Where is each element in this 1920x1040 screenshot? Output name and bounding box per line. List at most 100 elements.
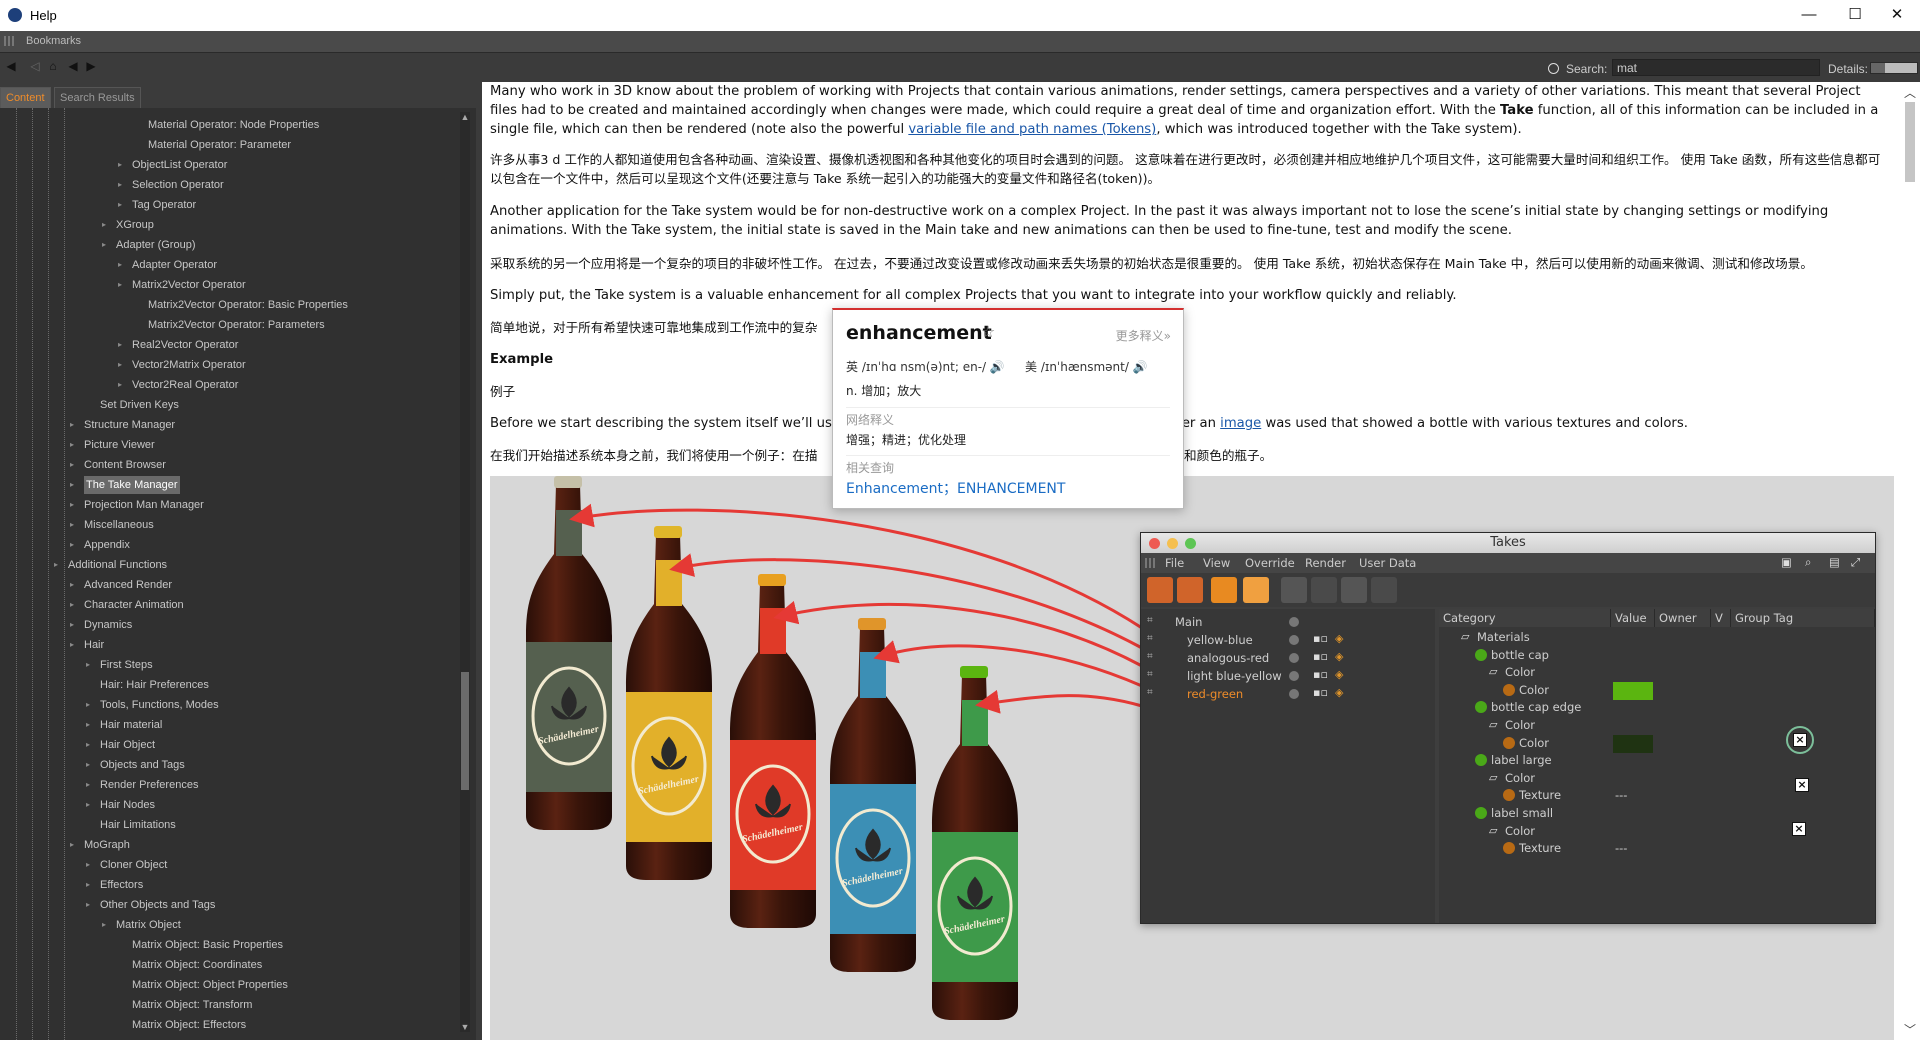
tree-expander[interactable]: ▸ bbox=[118, 156, 122, 174]
override-row[interactable]: label small bbox=[1439, 805, 1875, 822]
tree-item[interactable]: Dynamics bbox=[84, 616, 132, 634]
take-check-icon[interactable]: ⌗ bbox=[1147, 615, 1153, 626]
tree-item[interactable]: Other Objects and Tags bbox=[100, 896, 215, 914]
previous-page-icon[interactable]: ◀ bbox=[66, 59, 80, 73]
tree-item[interactable]: Render Preferences bbox=[100, 776, 198, 794]
close-box-icon[interactable]: × bbox=[1793, 733, 1807, 747]
tree-expander[interactable]: ▸ bbox=[86, 736, 90, 754]
col-category[interactable]: Category bbox=[1439, 609, 1611, 627]
speaker-icon[interactable]: 🔊 bbox=[990, 360, 1005, 374]
more-definitions-link[interactable]: 更多释义» bbox=[1116, 327, 1171, 344]
tree-item[interactable]: Appendix bbox=[84, 536, 130, 554]
override-row[interactable]: ▱ Color bbox=[1439, 664, 1875, 681]
takes-menu-override[interactable]: Override bbox=[1245, 556, 1295, 570]
tree-expander[interactable]: ▸ bbox=[70, 576, 74, 594]
tree-expander[interactable]: ▸ bbox=[86, 756, 90, 774]
maximize-button[interactable]: ☐ bbox=[1832, 4, 1878, 26]
scroll-down-icon[interactable]: ﹀ bbox=[1904, 1021, 1916, 1038]
tree-item[interactable]: Matrix2Vector Operator: Parameters bbox=[148, 316, 325, 334]
highlighted-word[interactable]: enhancement bbox=[768, 288, 859, 303]
override-row[interactable]: ▱ Color bbox=[1439, 823, 1875, 840]
tree-item[interactable]: Selection Operator bbox=[132, 176, 224, 194]
tree-item[interactable]: Hair Nodes bbox=[100, 796, 155, 814]
search-input[interactable] bbox=[1612, 59, 1820, 76]
override-row[interactable]: bottle cap edge bbox=[1439, 699, 1875, 716]
tree-item[interactable]: Adapter (Group) bbox=[116, 236, 195, 254]
take-dot-icon[interactable] bbox=[1289, 671, 1299, 681]
layout-icon[interactable]: ▤ bbox=[1829, 555, 1840, 569]
col-value[interactable]: Value bbox=[1611, 609, 1655, 627]
tree-item[interactable]: Miscellaneous bbox=[84, 516, 154, 534]
next-page-icon[interactable]: ▶ bbox=[84, 59, 98, 73]
forward-arrow-icon[interactable]: ◁ bbox=[28, 59, 42, 73]
tree-item[interactable]: Hair Object bbox=[100, 736, 155, 754]
render-settings-icon[interactable]: ◈ bbox=[1335, 668, 1343, 681]
content-scroll-thumb[interactable] bbox=[1905, 102, 1915, 182]
details-slider[interactable] bbox=[1870, 62, 1918, 74]
take-check-icon[interactable]: ⌗ bbox=[1147, 687, 1153, 698]
camera-icon[interactable]: ▪▫ bbox=[1313, 686, 1328, 699]
tree-expander[interactable]: ▸ bbox=[102, 236, 106, 254]
tree-item[interactable]: Content Browser bbox=[84, 456, 166, 474]
sidebar-scrollbar[interactable]: ▲ ▼ bbox=[460, 112, 470, 1032]
bookmarks-label[interactable]: Bookmarks bbox=[26, 35, 81, 47]
tab-search-results[interactable]: Search Results bbox=[54, 87, 141, 109]
tree-item[interactable]: First Steps bbox=[100, 656, 153, 674]
tree-item[interactable]: Hair bbox=[84, 636, 104, 654]
back-arrow-icon[interactable]: ◀ bbox=[4, 59, 18, 73]
related-link[interactable]: Enhancement bbox=[846, 481, 943, 497]
tree-expander[interactable]: ▸ bbox=[118, 376, 122, 394]
camera-icon[interactable]: ▪▫ bbox=[1313, 650, 1328, 663]
override-row[interactable]: ▱ Color bbox=[1439, 770, 1875, 787]
takes-menu-render[interactable]: Render bbox=[1305, 556, 1346, 570]
tree-item[interactable]: Matrix Object: Basic Properties bbox=[132, 936, 283, 954]
tree-item[interactable]: Character Animation bbox=[84, 596, 184, 614]
mac-close-icon[interactable] bbox=[1149, 538, 1160, 549]
camera-icon[interactable]: ▣ bbox=[1781, 555, 1792, 569]
takes-menu-view[interactable]: View bbox=[1203, 556, 1230, 570]
tree-expander[interactable]: ▸ bbox=[70, 496, 74, 514]
tree-item[interactable]: Advanced Render bbox=[84, 576, 172, 594]
tree-expander[interactable]: ▸ bbox=[118, 356, 122, 374]
tree-item[interactable]: Hair material bbox=[100, 716, 162, 734]
render-take-icon[interactable] bbox=[1281, 577, 1307, 603]
grip-icon[interactable] bbox=[1145, 558, 1155, 568]
scroll-down-icon[interactable]: ▼ bbox=[460, 1022, 470, 1032]
grip-icon[interactable] bbox=[4, 36, 14, 46]
tree-item[interactable]: Projection Man Manager bbox=[84, 496, 204, 514]
tree-item[interactable]: Effectors bbox=[100, 876, 143, 894]
tree-expander[interactable]: ▸ bbox=[86, 876, 90, 894]
take-dot-icon[interactable] bbox=[1289, 653, 1299, 663]
camera-icon[interactable]: ▪▫ bbox=[1313, 668, 1328, 681]
take-row[interactable]: ⌗ Main bbox=[1141, 613, 1435, 631]
tree-item[interactable]: The Take Manager bbox=[84, 476, 180, 494]
take-row[interactable]: ⌗ red-green ▪▫ ◈ bbox=[1141, 685, 1435, 703]
favorite-star-icon[interactable]: ☆ bbox=[981, 322, 995, 341]
tree-item[interactable]: Hair: Hair Preferences bbox=[100, 676, 209, 694]
tokens-link[interactable]: variable file and path names (Tokens) bbox=[908, 122, 1156, 137]
render-settings-icon[interactable]: ◈ bbox=[1335, 686, 1343, 699]
tree-expander[interactable]: ▸ bbox=[70, 516, 74, 534]
sidebar-scroll-thumb[interactable] bbox=[461, 672, 469, 790]
tree-item[interactable]: Matrix2Vector Operator bbox=[132, 276, 246, 294]
tree-item[interactable]: Matrix Object: Coordinates bbox=[132, 956, 262, 974]
take-check-icon[interactable]: ⌗ bbox=[1147, 651, 1153, 662]
content-scrollbar[interactable]: ︿ ﹀ bbox=[1900, 82, 1920, 1040]
clear-search-icon[interactable] bbox=[1548, 63, 1559, 74]
auto-take-icon[interactable] bbox=[1243, 577, 1269, 603]
tree-item[interactable]: Hair Limitations bbox=[100, 816, 176, 834]
speaker-icon[interactable]: 🔊 bbox=[1133, 360, 1148, 374]
tree-item[interactable]: Structure Manager bbox=[84, 416, 175, 434]
override-row[interactable]: ▱ Materials bbox=[1439, 629, 1875, 646]
tree-expander[interactable]: ▸ bbox=[86, 856, 90, 874]
tree-expander[interactable]: ▸ bbox=[118, 276, 122, 294]
col-v[interactable]: V bbox=[1711, 609, 1731, 627]
tree-expander[interactable]: ▸ bbox=[70, 596, 74, 614]
tree-item[interactable]: Adapter Operator bbox=[132, 256, 217, 274]
tree-item[interactable]: Tag Operator bbox=[132, 196, 196, 214]
tree-expander[interactable]: ▸ bbox=[70, 636, 74, 654]
takes-menu-file[interactable]: File bbox=[1165, 556, 1184, 570]
tree-expander[interactable]: ▸ bbox=[86, 776, 90, 794]
tree-expander[interactable]: ▸ bbox=[118, 336, 122, 354]
tree-item[interactable]: Tools, Functions, Modes bbox=[100, 696, 219, 714]
